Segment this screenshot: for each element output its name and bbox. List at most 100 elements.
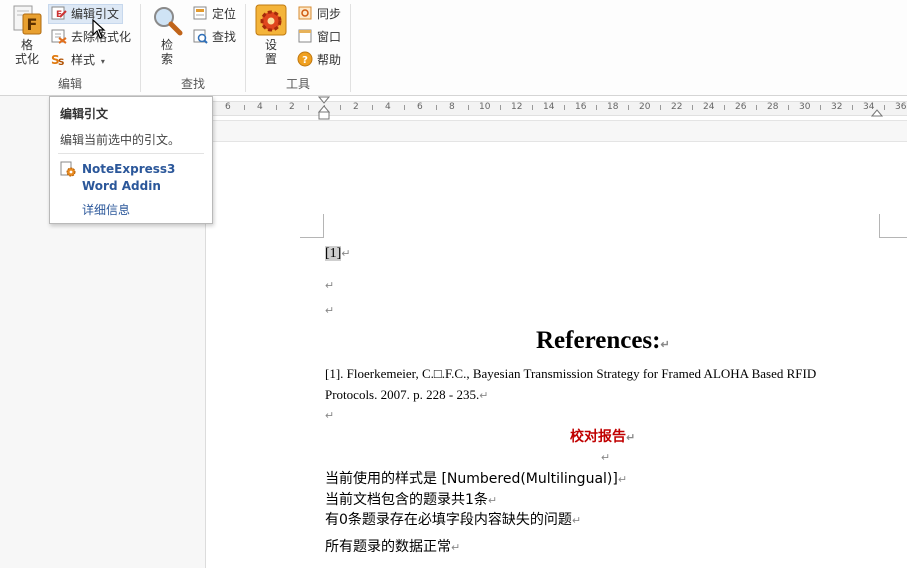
svg-text:?: ? xyxy=(302,55,308,66)
sync-icon xyxy=(297,5,313,21)
ribbon: F 格 式化 E 编辑引文 去除格式化 SS 样式 ▾ 编辑 xyxy=(0,0,907,96)
style-label: 样式 xyxy=(71,53,96,67)
paragraph-mark: ↵ xyxy=(341,248,351,260)
paragraph-mark: ↵ xyxy=(451,541,461,554)
ruler-number: 14 xyxy=(543,102,555,112)
ruler-number: 24 xyxy=(703,102,715,112)
chevron-down-icon: ▾ xyxy=(100,57,105,66)
ruler-tick xyxy=(372,105,373,110)
ruler-number: 26 xyxy=(735,102,747,112)
report-line: 所有题录的数据正常↵ xyxy=(325,536,460,556)
addin-name: NoteExpress3 Word Addin xyxy=(82,162,176,193)
ruler-tick xyxy=(244,105,245,110)
search-label-1: 检 xyxy=(160,38,173,52)
group-find: 检 索 定位 查找 查找 xyxy=(141,0,245,95)
ruler-tick xyxy=(340,105,341,110)
group-label-tools: 工具 xyxy=(285,77,310,91)
ruler-tick xyxy=(532,105,533,110)
report-line-text: 有0条题录存在必填字段内容缺失的问题 xyxy=(325,512,572,528)
proof-report-heading: 校对报告↵ xyxy=(570,426,635,446)
horizontal-ruler[interactable]: 6 4 2 2 4 6 8 10 12 14 16 18 20 22 24 26 28 30 32 34 36 xyxy=(206,96,907,121)
group-label-find: 查找 xyxy=(180,77,205,91)
paragraph-mark: ↵ xyxy=(601,452,611,464)
ruler-tick xyxy=(692,105,693,110)
format-icon: F xyxy=(11,4,43,36)
paragraph-mark: ↵ xyxy=(325,280,335,292)
help-label: 帮助 xyxy=(317,53,342,67)
ruler-tick xyxy=(276,105,277,110)
reference-entry-text-1: [1]. Floerkemeier, C.□.F.C., Bayesian Tr… xyxy=(325,366,817,381)
crop-mark xyxy=(300,237,324,238)
paragraph-mark: ↵ xyxy=(571,514,582,527)
ruler-tick xyxy=(660,105,661,110)
first-line-indent-marker[interactable] xyxy=(317,96,331,120)
window-button[interactable]: 窗口 xyxy=(295,27,344,47)
ruler-number: 6 xyxy=(417,102,423,112)
format-button[interactable]: F 格 式化 xyxy=(9,4,45,66)
find-button[interactable]: 查找 xyxy=(190,27,239,47)
ruler-tick xyxy=(820,105,821,110)
settings-label-2: 置 xyxy=(264,52,277,66)
settings-label-1: 设 xyxy=(264,38,277,52)
ruler-number: 16 xyxy=(575,102,587,112)
window-label: 窗口 xyxy=(317,30,342,44)
edit-citation-icon: E xyxy=(51,5,67,21)
paragraph-mark: ↵ xyxy=(617,473,628,486)
right-indent-marker[interactable] xyxy=(870,106,884,120)
ruler-number: 4 xyxy=(257,102,263,112)
ruler-number: 20 xyxy=(639,102,651,112)
reference-entry-text-2: Protocols. 2007. p. 228 - 235. xyxy=(325,387,480,402)
ruler-tick xyxy=(788,105,789,110)
edit-citation-button[interactable]: E 编辑引文 xyxy=(48,4,124,24)
citation-field[interactable]: [1]↵ xyxy=(325,246,351,262)
window-icon xyxy=(297,28,313,44)
ruler-number: 8 xyxy=(449,102,455,112)
more-info-link[interactable]: 详细信息 xyxy=(82,201,130,218)
find-label: 查找 xyxy=(212,30,237,44)
settings-button[interactable]: 设 置 xyxy=(253,4,289,66)
ruler-number: 6 xyxy=(225,102,231,112)
reference-entry-line1: [1]. Floerkemeier, C.□.F.C., Bayesian Tr… xyxy=(325,366,878,382)
report-line-text: 所有题录的数据正常 xyxy=(325,539,451,555)
svg-text:F: F xyxy=(27,15,38,34)
reference-entry-line2: Protocols. 2007. p. 228 - 235.↵ xyxy=(325,387,488,403)
ruler-tick xyxy=(596,105,597,110)
style-button[interactable]: SS 样式 ▾ xyxy=(49,50,108,70)
ruler-number: 18 xyxy=(607,102,619,112)
help-icon: ? xyxy=(297,51,313,67)
sync-label: 同步 xyxy=(317,7,342,21)
gear-icon xyxy=(255,4,287,36)
ruler-number: 12 xyxy=(511,102,523,112)
format-label-1: 格 xyxy=(20,38,33,52)
ruler-number: 22 xyxy=(671,102,683,112)
references-heading-text: References: xyxy=(536,327,661,354)
ruler-tick xyxy=(468,105,469,110)
paragraph-mark: ↵ xyxy=(325,305,335,317)
references-heading: References:↵ xyxy=(536,327,670,355)
locate-button[interactable]: 定位 xyxy=(190,4,239,24)
ruler-tick xyxy=(564,105,565,110)
report-line-text: 当前使用的样式是 [Numbered(Multilingual)] xyxy=(325,471,618,487)
style-icon: SS xyxy=(51,51,67,68)
help-button[interactable]: ? 帮助 xyxy=(295,50,344,70)
group-label-edit: 编辑 xyxy=(57,77,82,91)
ruler-number: 2 xyxy=(353,102,359,112)
report-line: 当前文档包含的题录共1条↵ xyxy=(325,489,497,509)
locate-icon xyxy=(192,5,208,21)
sync-button[interactable]: 同步 xyxy=(295,4,344,24)
svg-text:S: S xyxy=(58,58,64,67)
search-icon xyxy=(151,4,183,36)
paragraph-mark: ↵ xyxy=(660,339,670,351)
ruler-tick xyxy=(628,105,629,110)
search-label-2: 索 xyxy=(160,52,173,66)
format-label-2: 式化 xyxy=(14,52,39,66)
ruler-tick xyxy=(724,105,725,110)
ruler-number: 2 xyxy=(289,102,295,112)
ruler-gutter xyxy=(206,121,907,142)
ruler-number: 30 xyxy=(799,102,811,112)
search-button[interactable]: 检 索 xyxy=(149,4,185,66)
find-icon xyxy=(192,28,208,44)
proof-report-heading-text: 校对报告 xyxy=(570,429,626,445)
locate-label: 定位 xyxy=(212,7,237,21)
ruler-tick xyxy=(308,105,309,110)
